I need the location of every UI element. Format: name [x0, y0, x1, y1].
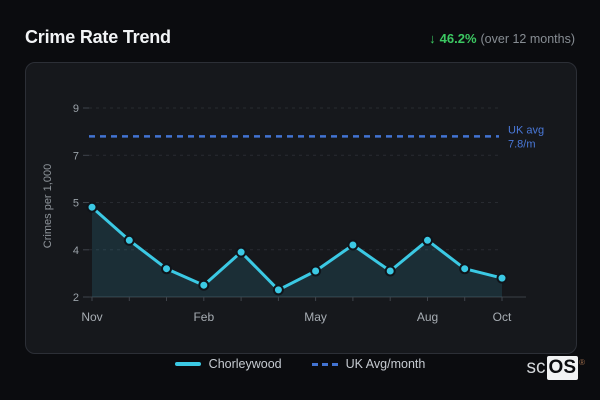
data-point[interactable] [459, 263, 471, 275]
trend-indicator: ↓ 46.2% (over 12 months) [429, 31, 575, 46]
scos-logo: sc OS ® [526, 356, 585, 380]
legend-label: UK Avg/month [345, 357, 426, 371]
data-point[interactable] [86, 201, 98, 213]
trend-down-arrow-icon: ↓ [429, 31, 436, 46]
x-tick-label: May [304, 310, 327, 324]
legend-item-chorleywood[interactable]: Chorleywood [174, 357, 282, 371]
data-point[interactable] [347, 239, 359, 251]
data-point[interactable] [272, 284, 284, 296]
legend-item-uk-avg-month[interactable]: UK Avg/month [311, 357, 426, 371]
chart-legend: Chorleywood UK Avg/month [0, 354, 600, 374]
registered-trademark-icon: ® [579, 358, 585, 367]
legend-swatch-dashed-line [311, 362, 338, 366]
data-point[interactable] [310, 265, 322, 277]
data-point[interactable] [235, 246, 247, 258]
data-point[interactable] [384, 265, 396, 277]
y-tick-label: 4 [73, 245, 79, 257]
x-tick-label: Aug [417, 310, 438, 324]
crime-trend-chart: Crimes per 1,000 9 7 5 4 2Nov Feb May Aug Oct UK … [42, 103, 544, 324]
x-tick-label: Nov [81, 310, 102, 324]
logo-suffix: OS [546, 356, 578, 380]
y-tick-label: 7 [73, 150, 79, 162]
data-point[interactable] [422, 234, 433, 246]
y-tick-label: 5 [73, 198, 79, 210]
y-tick-label: 9 [73, 103, 79, 115]
y-tick-label: 2 [73, 292, 79, 304]
x-tick-label: Oct [493, 310, 512, 324]
trend-caption: (over 12 months) [480, 32, 575, 46]
uk-avg-label-value: 7.8/m [508, 138, 536, 150]
chart-card: Crimes per 1,000 9 7 5 4 2 Nov Feb May Aug Oct UK … [25, 62, 577, 354]
trend-value: 46.2% [439, 31, 477, 46]
uk-avg-label: UK avg [508, 124, 544, 136]
data-point[interactable] [123, 234, 135, 246]
data-point[interactable] [496, 272, 508, 284]
page-title: Crime Rate Trend [25, 27, 171, 47]
data-point[interactable] [161, 263, 172, 275]
legend-swatch-solid-line [174, 362, 201, 366]
data-point[interactable] [198, 279, 210, 291]
y-axis-title: Crimes per 1,000 [42, 164, 54, 248]
legend-label: Chorleywood [208, 357, 282, 371]
x-tick-label: Feb [193, 310, 214, 324]
logo-prefix: sc [526, 357, 546, 378]
